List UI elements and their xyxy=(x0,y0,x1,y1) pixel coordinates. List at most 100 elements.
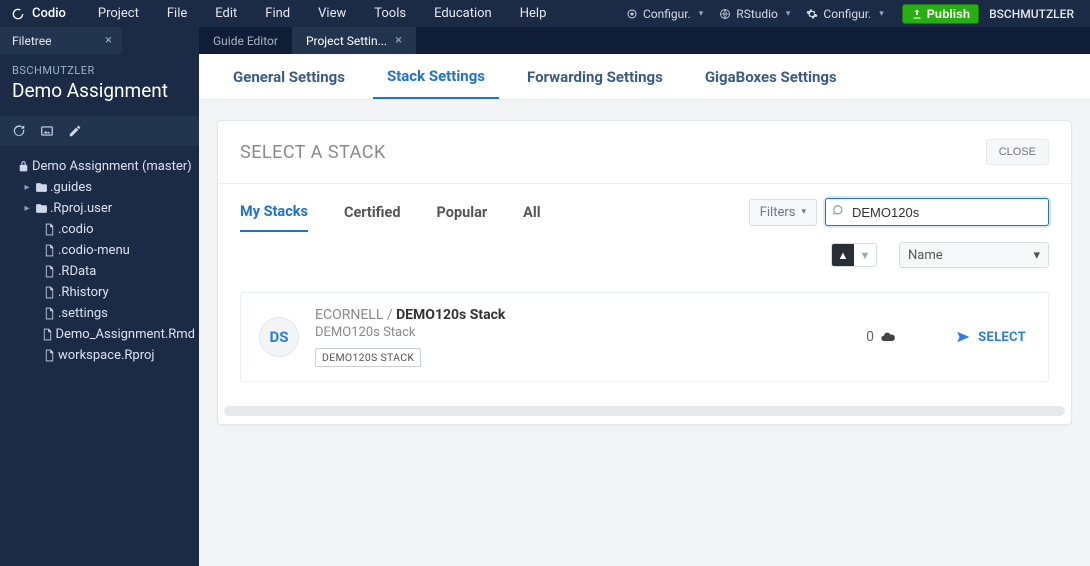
tree-folder[interactable]: ▸ .guides xyxy=(4,177,195,198)
cardtab-popular[interactable]: Popular xyxy=(437,200,488,231)
tab-strip: Filetree × Guide Editor Project Settin..… xyxy=(0,27,1090,54)
tree-file[interactable]: .codio-menu xyxy=(4,240,195,261)
tree-label: .codio-menu xyxy=(58,243,130,258)
sidebar: BSCHMUTZLER Demo Assignment Demo Assignm… xyxy=(0,54,199,566)
result-subtitle: DEMO120s Stack xyxy=(315,325,850,340)
config-rstudio-button[interactable]: RStudio ▾ xyxy=(711,7,798,21)
tree-file[interactable]: Demo_Assignment.Rmd xyxy=(4,324,195,345)
avatar: DS xyxy=(259,317,299,357)
tab-general-settings[interactable]: General Settings xyxy=(219,54,359,99)
tree-label: .Rproj.user xyxy=(50,201,112,216)
tree-label: Demo_Assignment.Rmd xyxy=(55,327,195,342)
tree-file[interactable]: .codio xyxy=(4,219,195,240)
menu-help[interactable]: Help xyxy=(506,6,561,21)
menu-view[interactable]: View xyxy=(304,6,360,21)
config-label: Configur. xyxy=(643,7,691,21)
tree-file[interactable]: .RData xyxy=(4,261,195,282)
globe-icon xyxy=(719,8,731,20)
tree-label: .settings xyxy=(58,306,108,321)
brand[interactable]: Codio xyxy=(10,6,66,22)
result-title: ECORNELL / DEMO120s Stack xyxy=(315,307,850,323)
file-icon xyxy=(40,265,58,278)
project-header: BSCHMUTZLER Demo Assignment xyxy=(0,54,199,110)
card-title: SELECT A STACK xyxy=(240,142,386,163)
brand-label: Codio xyxy=(32,6,66,21)
publish-button[interactable]: Publish xyxy=(902,4,979,24)
edit-icon[interactable] xyxy=(68,124,82,138)
tree-file[interactable]: .Rhistory xyxy=(4,282,195,303)
result-count: 0 xyxy=(866,329,936,345)
sidebar-toolbar xyxy=(0,116,199,146)
tree-label: .RData xyxy=(58,264,96,279)
menu-bar: Codio Project File Edit Find View Tools … xyxy=(0,0,1090,27)
image-icon[interactable] xyxy=(40,124,54,138)
tree-label: .Rhistory xyxy=(58,285,109,300)
sort-direction-toggle[interactable]: ▲ ▼ xyxy=(831,243,877,267)
tree-label: Demo Assignment (master) xyxy=(32,159,192,174)
tab-gigaboxes-settings[interactable]: GigaBoxes Settings xyxy=(691,54,851,99)
menu-project[interactable]: Project xyxy=(84,6,153,21)
sort-desc-button[interactable]: ▼ xyxy=(854,244,876,266)
filters-button[interactable]: Filters ▾ xyxy=(749,199,817,226)
tab-label: Project Settin... xyxy=(306,34,387,48)
stack-result-row[interactable]: DS ECORNELL / DEMO120s Stack DEMO120s St… xyxy=(240,292,1049,382)
result-main: ECORNELL / DEMO120s Stack DEMO120s Stack… xyxy=(315,307,850,367)
menu-edit[interactable]: Edit xyxy=(201,6,251,21)
sort-select-label: Name xyxy=(908,248,943,263)
config-settings-button[interactable]: Configur. ▾ xyxy=(798,7,891,21)
codio-logo-icon xyxy=(10,6,26,22)
folder-icon xyxy=(32,202,50,215)
refresh-icon[interactable] xyxy=(12,124,26,138)
file-icon xyxy=(40,286,58,299)
menu-education[interactable]: Education xyxy=(420,6,506,21)
card-header: SELECT A STACK CLOSE xyxy=(218,121,1071,184)
cloud-icon xyxy=(880,329,896,345)
tab-guide-editor[interactable]: Guide Editor xyxy=(199,27,292,54)
file-icon xyxy=(40,349,58,362)
project-owner: BSCHMUTZLER xyxy=(12,64,187,77)
file-icon xyxy=(39,328,55,341)
tree-file[interactable]: workspace.Rproj xyxy=(4,345,195,366)
chevron-right-icon: ▸ xyxy=(22,203,32,214)
menu-file[interactable]: File xyxy=(153,6,201,21)
cardtab-certified[interactable]: Certified xyxy=(344,200,401,231)
close-button[interactable]: CLOSE xyxy=(986,139,1049,165)
tree-label: .guides xyxy=(50,180,92,195)
search-input[interactable] xyxy=(825,198,1049,226)
content: General Settings Stack Settings Forwardi… xyxy=(199,54,1090,566)
file-icon xyxy=(40,223,58,236)
tree-label: .codio xyxy=(58,222,94,237)
file-icon xyxy=(40,307,58,320)
menu-tools[interactable]: Tools xyxy=(360,6,420,21)
sort-asc-button[interactable]: ▲ xyxy=(832,244,854,266)
horizontal-scrollbar[interactable] xyxy=(224,406,1065,416)
result-name: DEMO120s Stack xyxy=(396,307,505,323)
sort-by-select[interactable]: Name ▾ xyxy=(899,242,1049,268)
caret-down-icon: ▾ xyxy=(786,9,791,19)
upload-icon xyxy=(911,8,923,20)
tree-root[interactable]: Demo Assignment (master) xyxy=(4,156,195,177)
close-icon[interactable]: × xyxy=(395,33,402,48)
cardtab-all[interactable]: All xyxy=(523,200,540,231)
file-tree: Demo Assignment (master) ▸ .guides ▸ .Rp… xyxy=(0,154,199,368)
close-icon[interactable]: × xyxy=(105,33,112,48)
card-tabs: My Stacks Certified Popular All Filters … xyxy=(218,184,1071,232)
arrow-icon xyxy=(956,330,970,344)
project-title: Demo Assignment xyxy=(12,79,187,102)
tab-forwarding-settings[interactable]: Forwarding Settings xyxy=(513,54,677,99)
result-tag: DEMO120S STACK xyxy=(315,348,421,367)
tab-stack-settings[interactable]: Stack Settings xyxy=(373,54,499,99)
filters-label: Filters xyxy=(760,205,796,220)
cardtab-my-stacks[interactable]: My Stacks xyxy=(240,199,308,232)
username[interactable]: BSCHMUTZLER xyxy=(989,7,1080,21)
chevron-right-icon: ▸ xyxy=(22,182,32,193)
caret-down-icon: ▾ xyxy=(801,207,806,217)
tab-project-settings[interactable]: Project Settin... × xyxy=(292,27,416,54)
tree-file[interactable]: .settings xyxy=(4,303,195,324)
tree-folder[interactable]: ▸ .Rproj.user xyxy=(4,198,195,219)
menu-find[interactable]: Find xyxy=(251,6,304,21)
config-run-button[interactable]: Configur. ▾ xyxy=(618,7,711,21)
sidebar-tab-filetree[interactable]: Filetree × xyxy=(0,27,122,54)
select-button[interactable]: SELECT xyxy=(952,324,1030,351)
select-stack-card: SELECT A STACK CLOSE My Stacks Certified… xyxy=(217,120,1072,425)
